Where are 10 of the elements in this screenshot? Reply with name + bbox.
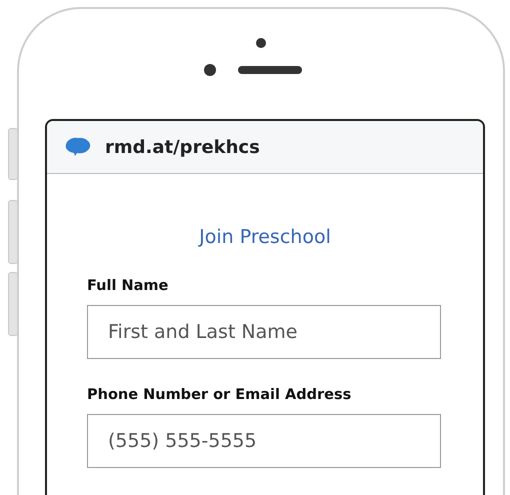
field-label: Full Name bbox=[87, 278, 170, 294]
url-text: rmd.at/prekhcs bbox=[105, 136, 260, 158]
input-field[interactable]: First and Last Name bbox=[87, 305, 441, 359]
field-label: Phone Number or Email Address bbox=[87, 387, 352, 403]
speaker-icon bbox=[238, 66, 302, 74]
form-title: Join Preschool bbox=[197, 226, 332, 248]
sensor-icon bbox=[204, 64, 216, 76]
camera-icon bbox=[256, 38, 266, 48]
input-field[interactable]: (555) 555-5555 bbox=[87, 414, 441, 468]
speech-bubble-icon bbox=[65, 137, 91, 157]
